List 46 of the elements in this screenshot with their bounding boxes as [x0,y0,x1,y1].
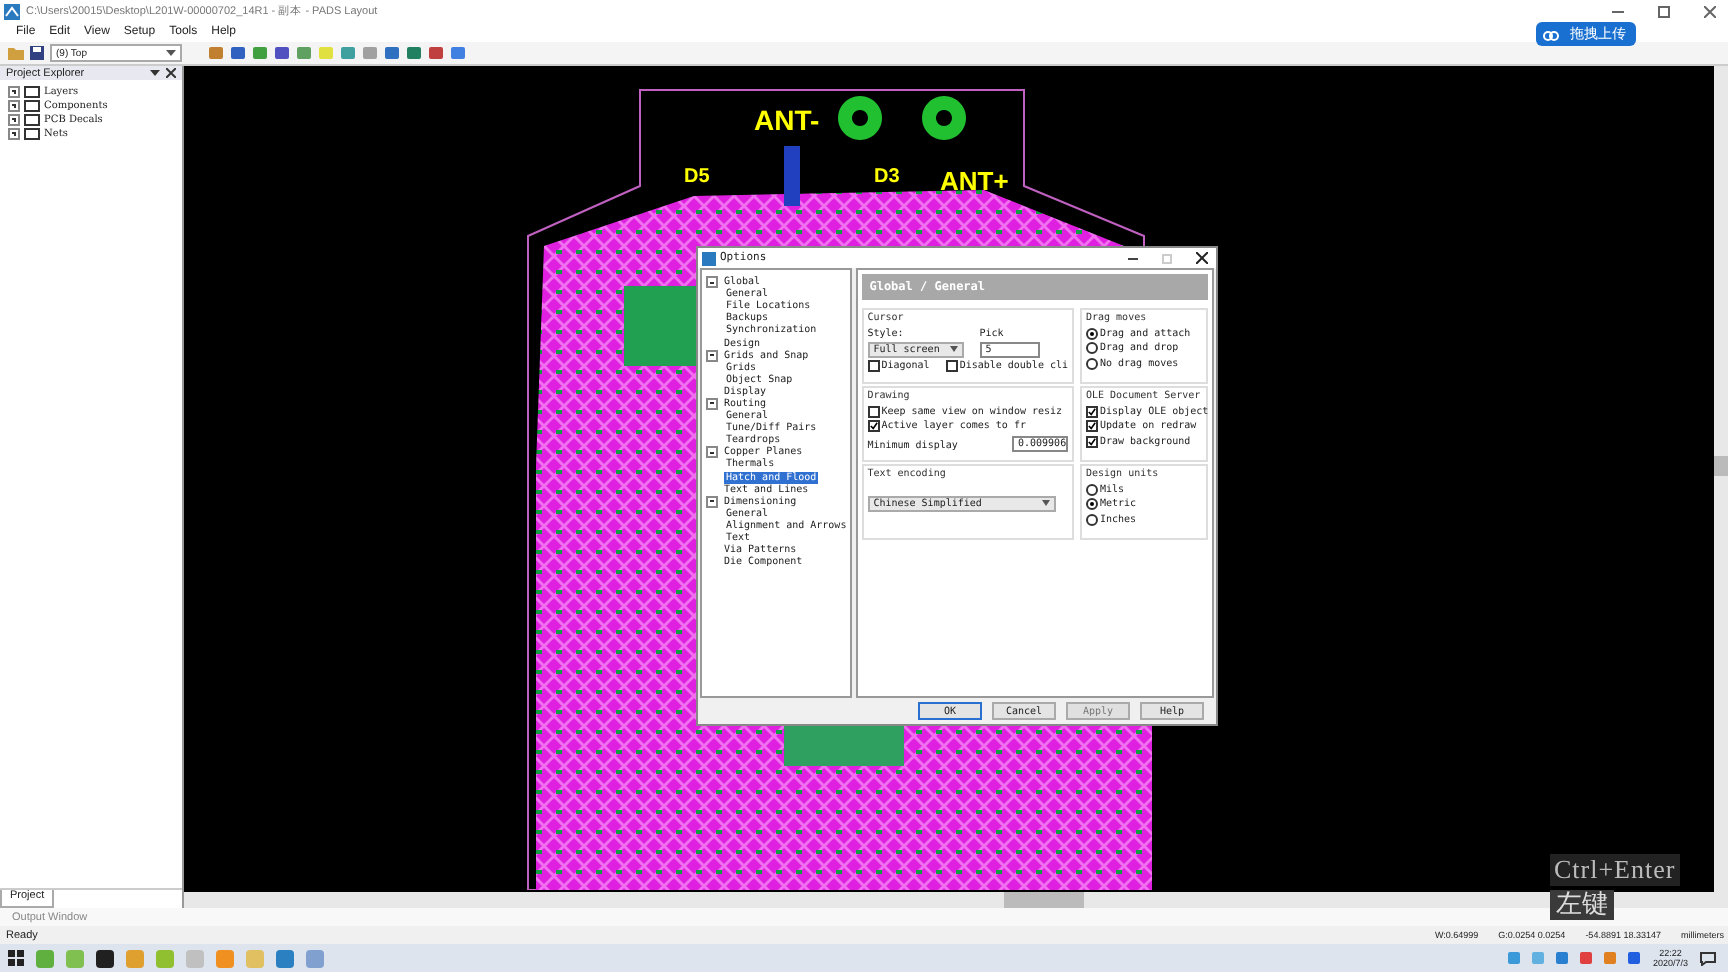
checkbox[interactable] [945,360,958,372]
expander-icon[interactable] [8,113,20,125]
expander-icon[interactable] [706,446,718,459]
close-icon[interactable] [1196,252,1208,264]
caret-icon [949,346,958,352]
radio-button[interactable] [1086,513,1098,525]
restore-icon[interactable] [1658,5,1670,17]
silkscreen-label: D3 [874,166,900,188]
caret-icon [166,50,176,56]
mouse-overlay: 左键 [1550,890,1614,920]
radio-button[interactable] [1086,498,1098,510]
antenna-pad [922,96,966,140]
app-logo-icon [702,251,716,265]
shortcut-overlay: Ctrl+Enter [1550,854,1680,886]
expander-icon[interactable] [8,99,20,111]
antenna-pad [838,96,882,140]
trace [784,146,800,206]
radio-button[interactable] [1086,327,1098,339]
checkbox[interactable] [867,360,880,372]
silkscreen-label: ANT- [754,104,820,136]
radio-button[interactable] [1086,342,1098,354]
minimize-icon[interactable] [1612,5,1624,17]
radio-button[interactable] [1086,357,1098,369]
close-icon[interactable] [166,68,176,78]
silkscreen-label: D5 [684,166,710,188]
cloud-icon [1542,27,1560,41]
checkbox[interactable] [1086,420,1098,432]
save-icon[interactable] [30,46,44,60]
expander-icon[interactable] [8,85,20,97]
checkbox[interactable] [867,405,880,417]
vertical-scrollbar[interactable] [1714,66,1728,892]
maximize-icon [1162,253,1172,263]
minimize-icon[interactable] [1128,253,1138,263]
expander-icon[interactable] [706,495,718,508]
checkbox[interactable] [1086,435,1098,447]
expander-icon[interactable] [706,397,718,410]
radio-button[interactable] [1086,483,1098,495]
silkscreen-label: ANT+ [940,166,1009,196]
expander-icon[interactable] [706,276,718,289]
expander-icon[interactable] [706,349,718,362]
windows-logo-icon[interactable] [8,950,24,966]
caret-icon [1041,500,1050,506]
checkbox[interactable] [867,420,880,432]
expander-icon[interactable] [8,127,20,139]
checkbox[interactable] [1086,405,1098,417]
notification-icon[interactable] [1700,951,1716,965]
